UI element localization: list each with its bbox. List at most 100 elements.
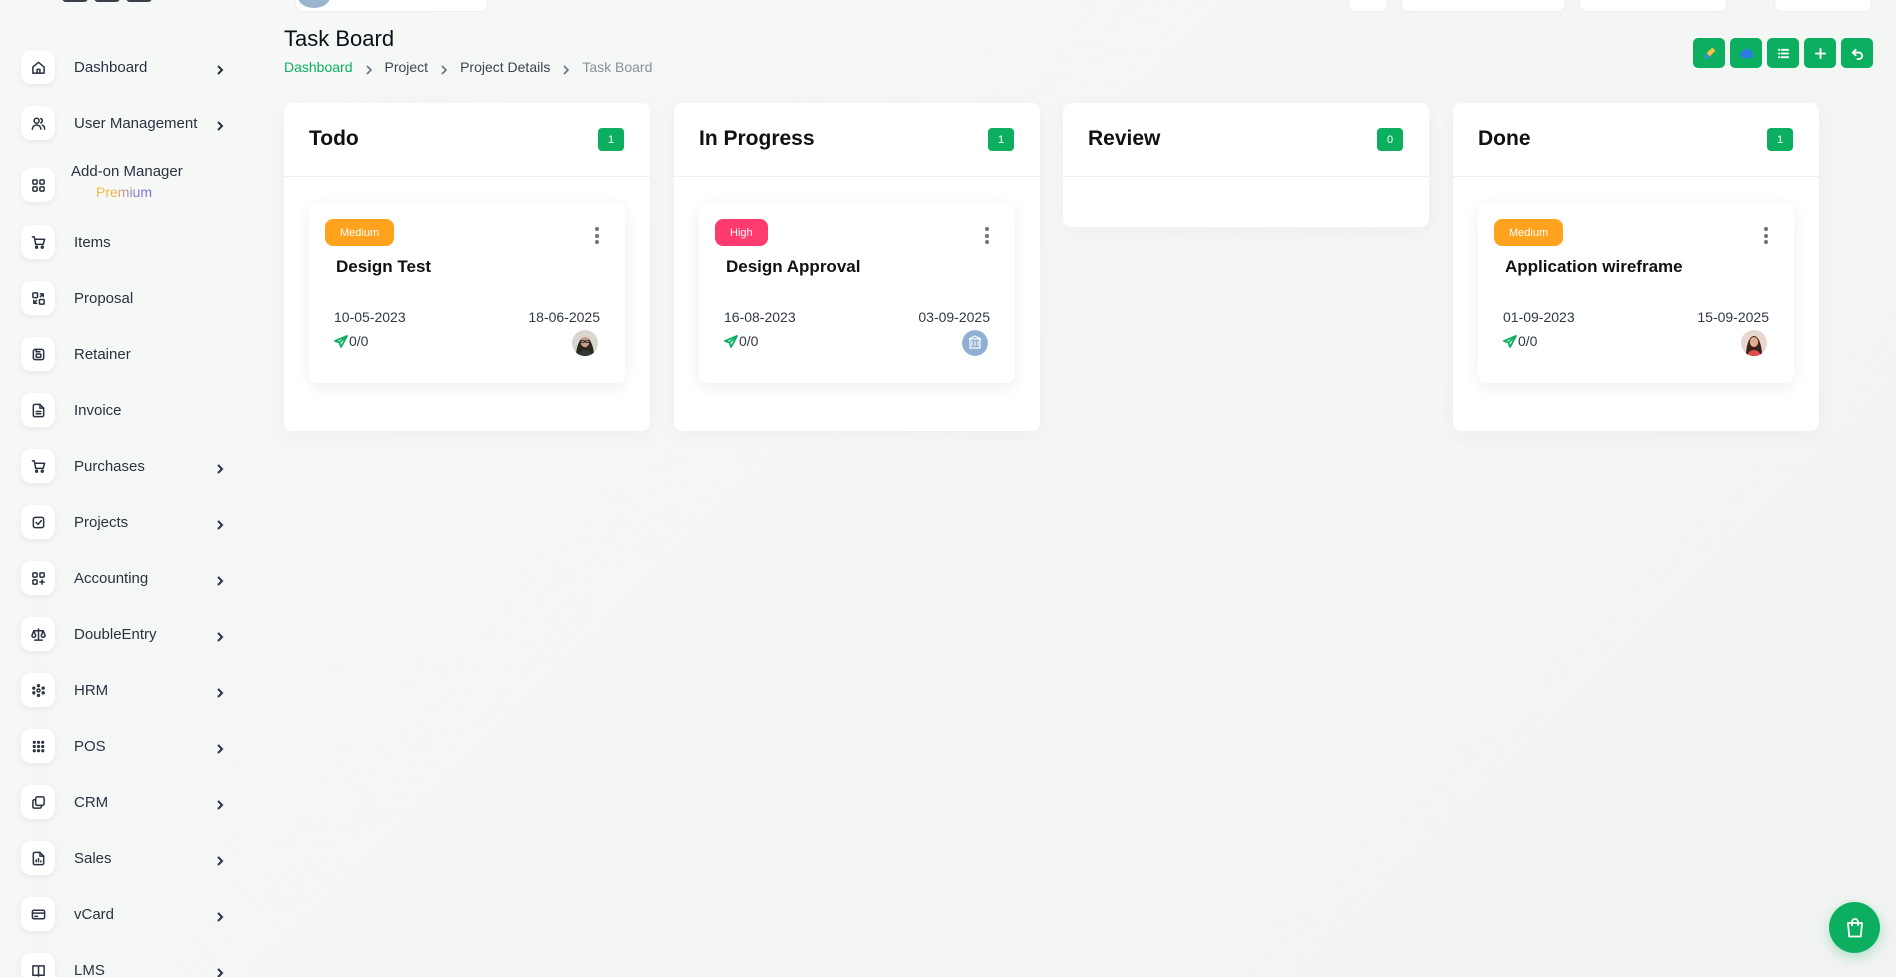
chevron-right-icon — [215, 685, 225, 698]
back-button[interactable] — [1841, 38, 1873, 68]
undo-icon — [1851, 48, 1863, 60]
chevron-right-icon — [215, 629, 225, 642]
sidebar-item-purchases[interactable]: Purchases — [0, 444, 240, 488]
column-header: In Progress 1 — [674, 103, 1040, 177]
checkbox-icon — [21, 505, 55, 539]
column-header: Done 1 — [1453, 103, 1819, 177]
checklist-count: 0/0 — [1518, 333, 1538, 349]
breadcrumb-project[interactable]: Project — [385, 59, 429, 75]
sidebar-item-label: Sales — [74, 849, 112, 867]
sidebar-item-label: POS — [74, 737, 106, 755]
sidebar-item-user-management[interactable]: User Management — [0, 101, 240, 145]
board-column-done: Done 1 Medium Application wireframe 01-0… — [1453, 103, 1819, 431]
sidebar-item-label: Purchases — [74, 457, 145, 475]
list-view-button[interactable] — [1767, 38, 1799, 68]
sidebar-item-label: vCard — [74, 905, 115, 923]
top-dropdown[interactable] — [1401, 0, 1566, 12]
toolbar — [1693, 38, 1873, 68]
book-icon — [21, 953, 55, 977]
sidebar-item-hrm[interactable]: HRM — [0, 668, 240, 712]
sidebar-item-label: Add-on Manager — [71, 163, 183, 180]
chevron-right-icon — [215, 965, 225, 977]
more-vertical-icon[interactable] — [1762, 227, 1770, 247]
column-count-badge: 1 — [1767, 128, 1793, 151]
chevron-right-icon — [215, 517, 225, 530]
sidebar-item-doubleentry[interactable]: DoubleEntry — [0, 612, 240, 656]
column-title: Done — [1478, 127, 1531, 150]
layers-icon — [21, 785, 55, 819]
chevron-right-icon — [365, 62, 373, 75]
chevron-right-icon — [215, 573, 225, 586]
card-icon — [21, 897, 55, 931]
top-icon-button[interactable] — [1348, 0, 1388, 12]
column-body: High Design Approval 16-08-2023 03-09-20… — [674, 177, 1040, 431]
task-card[interactable]: High Design Approval 16-08-2023 03-09-20… — [699, 203, 1015, 383]
task-title[interactable]: Design Test — [336, 257, 431, 277]
sidebar-item-label: Dashboard — [74, 58, 148, 76]
sidebar-item-sales[interactable]: Sales — [0, 836, 240, 880]
list-icon — [1777, 48, 1789, 58]
board-column-review: Review 0 — [1063, 103, 1429, 227]
hrm-icon — [21, 673, 55, 707]
sidebar-item-add-on-manager[interactable]: Add-on Manager Premium — [0, 163, 240, 207]
sidebar-item-dashboard[interactable]: Dashboard — [0, 45, 240, 89]
chevron-right-icon — [440, 62, 448, 75]
chevron-right-icon — [215, 741, 225, 754]
cloud-button[interactable] — [1730, 38, 1762, 68]
sidebar-item-vcard[interactable]: vCard — [0, 892, 240, 936]
task-card[interactable]: Medium Application wireframe 01-09-2023 … — [1478, 203, 1794, 383]
breadcrumb-dashboard[interactable]: Dashboard — [284, 59, 353, 75]
checklist-count: 0/0 — [349, 333, 369, 349]
sidebar-item-lms[interactable]: LMS — [0, 948, 240, 977]
column-count-badge: 1 — [988, 128, 1014, 151]
send-icon — [724, 334, 738, 348]
sidebar-item-projects[interactable]: Projects — [0, 500, 240, 544]
task-title[interactable]: Design Approval — [726, 257, 860, 277]
exchange-icon — [21, 281, 55, 315]
dots-grid-icon — [21, 729, 55, 763]
sidebar-item-pos[interactable]: POS — [0, 724, 240, 768]
more-vertical-icon[interactable] — [593, 227, 601, 247]
breadcrumb-project-details[interactable]: Project Details — [460, 59, 550, 75]
priority-badge: High — [715, 219, 768, 246]
avatar — [1741, 330, 1767, 356]
chevron-right-icon — [215, 62, 225, 75]
top-dropdown[interactable] — [1579, 0, 1727, 12]
page-title: Task Board — [284, 26, 395, 51]
breadcrumb-current: Task Board — [582, 59, 653, 75]
cart-icon — [21, 225, 55, 259]
sidebar-item-items[interactable]: Items — [0, 220, 240, 264]
task-card[interactable]: Medium Design Test 10-05-2023 18-06-2025… — [309, 203, 625, 383]
task-end-date: 18-06-2025 — [528, 309, 600, 325]
sidebar-item-label: Accounting — [74, 569, 149, 587]
task-title[interactable]: Application wireframe — [1505, 257, 1683, 277]
sidebar-item-label: Items — [74, 233, 111, 251]
cart-button[interactable] — [1829, 902, 1880, 953]
checklist-progress: 0/0 — [334, 333, 368, 349]
column-body — [1063, 177, 1429, 227]
sidebar-item-retainer[interactable]: Retainer — [0, 332, 240, 376]
scale-icon — [21, 617, 55, 651]
shopping-bag-icon — [1846, 917, 1863, 937]
sidebar-item-invoice[interactable]: Invoice — [0, 388, 240, 432]
language-dropdown[interactable] — [1774, 0, 1872, 12]
chevron-right-icon — [215, 909, 225, 922]
apps-icon — [21, 168, 55, 202]
sidebar-item-crm[interactable]: CRM — [0, 780, 240, 824]
send-icon — [334, 334, 348, 348]
cart-icon — [21, 449, 55, 483]
sidebar-item-label: Proposal — [74, 289, 134, 307]
sidebar-item-proposal[interactable]: Proposal — [0, 276, 240, 320]
logo — [62, 0, 172, 6]
task-end-date: 03-09-2025 — [918, 309, 990, 325]
add-task-button[interactable] — [1804, 38, 1836, 68]
column-title: Todo — [309, 127, 359, 150]
checklist-progress: 0/0 — [1503, 333, 1537, 349]
sidebar-item-accounting[interactable]: Accounting — [0, 556, 240, 600]
chevron-right-icon — [215, 461, 225, 474]
edit-button[interactable] — [1693, 38, 1725, 68]
more-vertical-icon[interactable] — [983, 227, 991, 247]
priority-badge: Medium — [325, 219, 395, 246]
task-end-date: 15-09-2025 — [1697, 309, 1769, 325]
users-icon — [21, 106, 55, 140]
